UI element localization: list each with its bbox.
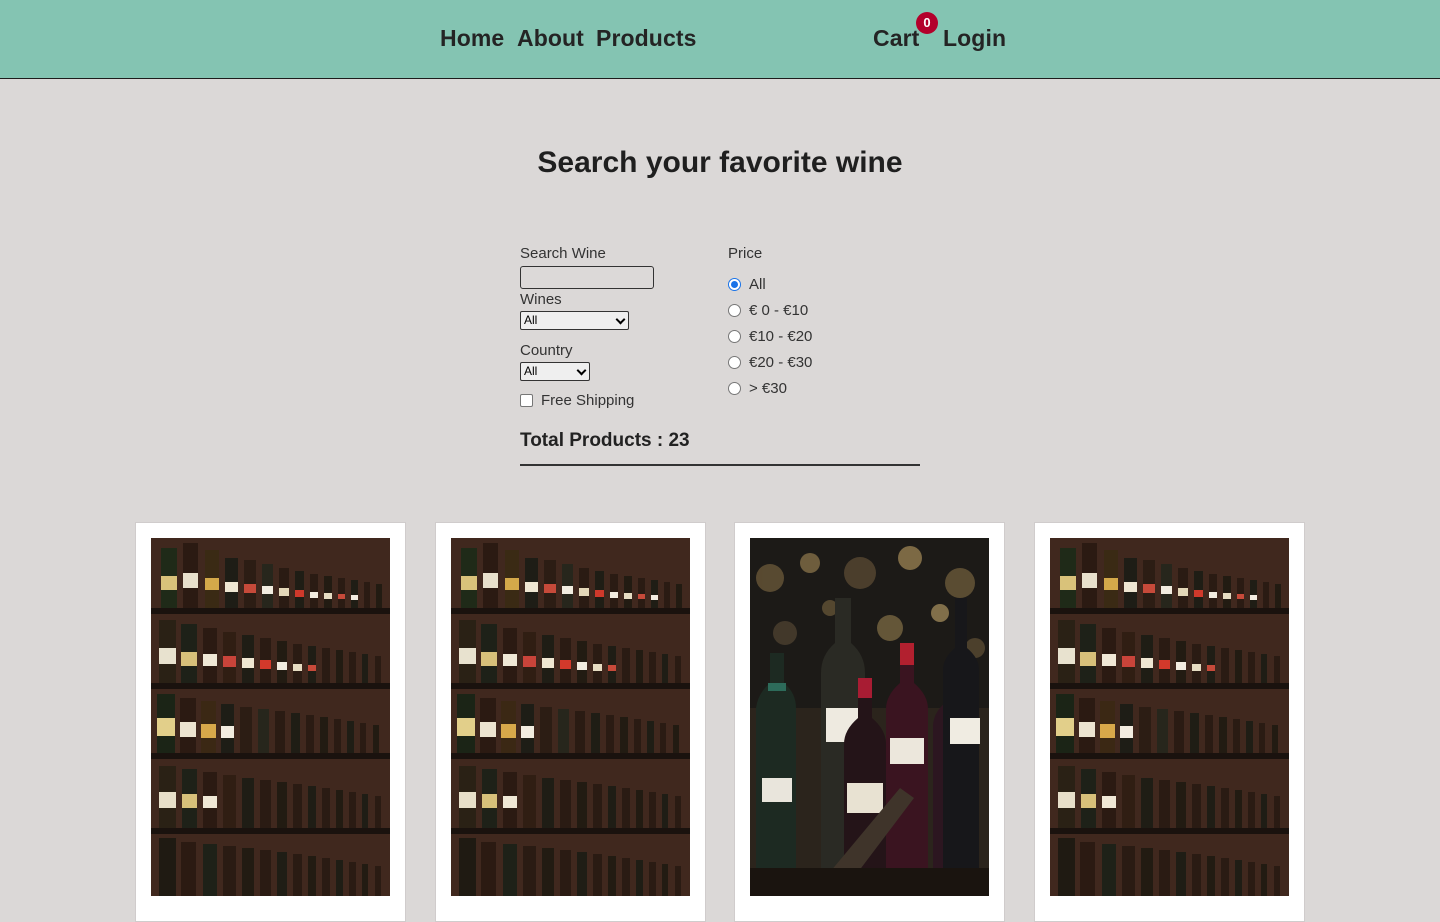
free-shipping-checkbox[interactable] bbox=[520, 394, 533, 407]
product-image[interactable] bbox=[750, 538, 989, 896]
wines-select-value: All bbox=[524, 313, 538, 327]
search-wine-input[interactable] bbox=[520, 266, 654, 289]
price-option-label: > €30 bbox=[749, 380, 787, 397]
price-option-label: €20 - €30 bbox=[749, 354, 813, 371]
price-radio-all[interactable] bbox=[728, 278, 741, 291]
total-products: Total Products : 23 bbox=[520, 430, 690, 451]
product-card[interactable] bbox=[435, 522, 706, 922]
nav-login-link[interactable]: Login bbox=[943, 25, 1006, 52]
divider bbox=[520, 464, 920, 466]
search-wine-label: Search Wine bbox=[520, 245, 606, 262]
cart-count-badge: 0 bbox=[916, 12, 938, 34]
product-image[interactable] bbox=[151, 538, 390, 896]
chevron-down-icon bbox=[615, 314, 626, 325]
page-title: Search your favorite wine bbox=[537, 146, 903, 179]
wines-label: Wines bbox=[520, 291, 562, 308]
chevron-down-icon bbox=[576, 365, 587, 376]
nav-cart-link[interactable]: Cart bbox=[873, 25, 919, 52]
wines-select[interactable]: All bbox=[520, 311, 629, 330]
country-select-value: All bbox=[524, 364, 538, 378]
nav-products-link[interactable]: Products bbox=[596, 25, 696, 52]
product-card[interactable] bbox=[734, 522, 1005, 922]
product-card[interactable] bbox=[1034, 522, 1305, 922]
price-label: Price bbox=[728, 245, 763, 262]
navbar: Home About Products Cart 0 Login bbox=[0, 0, 1440, 79]
product-card[interactable] bbox=[135, 522, 406, 922]
free-shipping-label: Free Shipping bbox=[541, 392, 635, 409]
price-radio-0-10[interactable] bbox=[728, 304, 741, 317]
price-radio-20-30[interactable] bbox=[728, 356, 741, 369]
product-image[interactable] bbox=[451, 538, 690, 896]
nav-about-link[interactable]: About bbox=[517, 25, 584, 52]
product-image[interactable] bbox=[1050, 538, 1289, 896]
price-option-label: €10 - €20 bbox=[749, 328, 813, 345]
country-select[interactable]: All bbox=[520, 362, 590, 381]
price-radio-10-20[interactable] bbox=[728, 330, 741, 343]
price-option-label: € 0 - €10 bbox=[749, 302, 809, 319]
nav-home-link[interactable]: Home bbox=[440, 25, 504, 52]
country-label: Country bbox=[520, 342, 573, 359]
price-option-label: All bbox=[749, 276, 766, 293]
price-radio-over-30[interactable] bbox=[728, 382, 741, 395]
